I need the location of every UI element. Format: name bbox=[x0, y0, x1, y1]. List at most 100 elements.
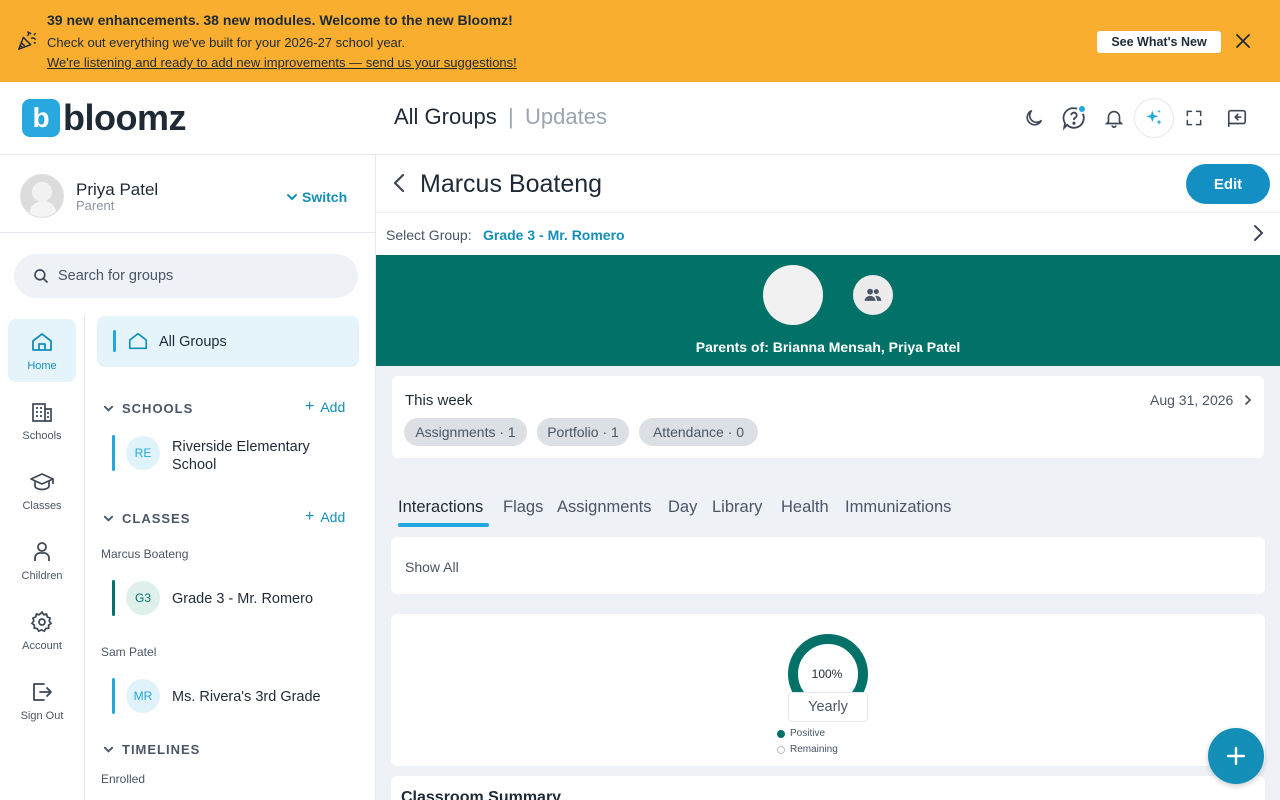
parents-button[interactable] bbox=[853, 275, 893, 315]
app-header: b bloomz All Groups | Updates bbox=[0, 82, 1280, 155]
nav-sign-out[interactable]: Sign Out bbox=[8, 669, 76, 732]
notifications-button[interactable] bbox=[1100, 104, 1128, 132]
period-selector[interactable]: Yearly bbox=[788, 692, 868, 722]
building-icon bbox=[32, 402, 52, 422]
class-item-rivera[interactable]: MR Ms. Rivera's 3rd Grade bbox=[112, 676, 362, 716]
child-label: Sam Patel bbox=[101, 645, 157, 659]
show-all-link[interactable]: Show All bbox=[405, 559, 459, 575]
switch-button[interactable]: Switch bbox=[286, 189, 347, 205]
moon-icon bbox=[1026, 109, 1043, 126]
nav-children[interactable]: Children bbox=[8, 529, 76, 592]
nav-rail: Home Schools Classes Children Account Si… bbox=[0, 315, 85, 800]
ai-assistant-button[interactable] bbox=[1134, 98, 1174, 138]
select-group-bar[interactable]: Select Group: Grade 3 - Mr. Romero bbox=[376, 212, 1280, 255]
this-week-card: This week Aug 31, 2026 Assignments · 1 P… bbox=[392, 376, 1264, 458]
select-group-value[interactable]: Grade 3 - Mr. Romero bbox=[483, 227, 625, 243]
classes-header: CLASSES bbox=[122, 511, 191, 526]
week-date[interactable]: Aug 31, 2026 bbox=[1150, 392, 1253, 408]
student-avatar[interactable] bbox=[763, 265, 823, 325]
portfolio-chip[interactable]: Portfolio · 1 bbox=[537, 418, 629, 446]
add-fab-button[interactable] bbox=[1208, 728, 1264, 784]
schools-header: SCHOOLS bbox=[122, 401, 194, 416]
select-group-label: Select Group: bbox=[386, 227, 472, 243]
sparkles-icon bbox=[1146, 109, 1162, 125]
week-date-label: Aug 31, 2026 bbox=[1150, 392, 1234, 408]
collapse-panel-button[interactable] bbox=[1223, 104, 1251, 132]
people-icon bbox=[864, 288, 882, 301]
add-school-label: Add bbox=[320, 399, 346, 415]
switch-label: Switch bbox=[302, 189, 348, 205]
nav-classes[interactable]: Classes bbox=[8, 459, 76, 522]
nav-home[interactable]: Home bbox=[8, 319, 76, 382]
bloomz-logo[interactable]: b bloomz bbox=[22, 97, 186, 138]
donut-percent: 100% bbox=[811, 667, 843, 681]
nav-account[interactable]: Account bbox=[8, 599, 76, 662]
updates-link[interactable]: Updates bbox=[525, 104, 607, 130]
fullscreen-button[interactable] bbox=[1180, 104, 1208, 132]
add-school-button[interactable]: + Add bbox=[305, 398, 346, 416]
timelines-section-toggle[interactable]: TIMELINES bbox=[103, 742, 200, 757]
classroom-summary-title: Classroom Summary bbox=[401, 789, 562, 800]
tab-interactions[interactable]: Interactions bbox=[398, 498, 483, 517]
classes-section-toggle[interactable]: CLASSES bbox=[103, 511, 190, 526]
school-name-line2: School bbox=[172, 457, 217, 473]
school-name-line1: Riverside Elementary bbox=[172, 439, 310, 455]
schools-section-toggle[interactable]: SCHOOLS bbox=[103, 401, 193, 416]
main-content: Marcus Boateng Edit Select Group: Grade … bbox=[376, 155, 1280, 800]
notification-dot bbox=[1077, 104, 1087, 114]
student-titlebar: Marcus Boateng Edit bbox=[376, 155, 1280, 212]
parents-of-text: Parents of: Brianna Mensah, Priya Patel bbox=[695, 339, 961, 355]
bell-icon bbox=[1104, 110, 1124, 128]
student-hero: Parents of: Brianna Mensah, Priya Patel bbox=[376, 255, 1280, 366]
school-avatar: RE bbox=[126, 436, 160, 470]
class-item-grade3[interactable]: G3 Grade 3 - Mr. Romero bbox=[112, 578, 362, 618]
edit-button[interactable]: Edit bbox=[1186, 164, 1270, 204]
add-class-label: Add bbox=[320, 509, 346, 525]
tab-library[interactable]: Library bbox=[712, 498, 762, 517]
gear-icon bbox=[30, 610, 53, 632]
plus-icon: + bbox=[305, 398, 315, 415]
attendance-chip[interactable]: Attendance · 0 bbox=[639, 418, 758, 446]
tab-flags[interactable]: Flags bbox=[503, 498, 543, 517]
legend-swatch-positive bbox=[777, 729, 785, 738]
person-icon bbox=[34, 541, 50, 561]
profile-name: Priya Patel bbox=[76, 180, 159, 199]
see-whats-new-button[interactable]: See What's New bbox=[1097, 31, 1221, 53]
school-item-riverside[interactable]: RE Riverside Elementary School bbox=[112, 433, 362, 473]
this-week-title: This week bbox=[405, 392, 473, 409]
nav-schools[interactable]: Schools bbox=[8, 389, 76, 452]
profile-section: Priya Patel Parent Switch bbox=[0, 155, 376, 233]
group-search[interactable] bbox=[14, 254, 358, 298]
tab-health[interactable]: Health bbox=[781, 498, 829, 517]
add-class-button[interactable]: + Add bbox=[305, 509, 346, 526]
chevron-down-icon bbox=[103, 515, 114, 522]
legend-positive-label: Positive bbox=[790, 728, 826, 739]
timelines-sublabel: Enrolled bbox=[101, 772, 146, 786]
dark-mode-toggle[interactable] bbox=[1020, 104, 1048, 132]
close-icon[interactable] bbox=[1233, 31, 1253, 51]
child-label: Marcus Boateng bbox=[101, 547, 189, 561]
help-button[interactable] bbox=[1060, 104, 1088, 132]
nav-sign-out-label: Sign Out bbox=[20, 709, 64, 722]
avatar[interactable] bbox=[20, 174, 64, 218]
chevron-down-icon bbox=[103, 746, 114, 753]
classroom-summary-card: Classroom Summary bbox=[391, 776, 1265, 800]
group-color-bar bbox=[112, 580, 115, 616]
search-input[interactable] bbox=[58, 268, 338, 284]
party-popper-icon bbox=[18, 31, 36, 50]
nav-home-label: Home bbox=[27, 359, 57, 372]
assignments-chip[interactable]: Assignments · 1 bbox=[404, 418, 527, 446]
graduation-cap-icon bbox=[30, 472, 54, 490]
tab-assignments[interactable]: Assignments bbox=[557, 498, 651, 517]
back-arrow-icon[interactable] bbox=[388, 171, 412, 195]
tab-day[interactable]: Day bbox=[668, 498, 697, 517]
chevron-right-icon[interactable] bbox=[1248, 223, 1268, 243]
banner-subtitle: Check out everything we've built for you… bbox=[47, 35, 406, 50]
nav-classes-label: Classes bbox=[22, 499, 62, 512]
suggestions-link[interactable]: We're listening and ready to add new imp… bbox=[47, 55, 517, 70]
all-groups-item[interactable]: All Groups bbox=[97, 316, 359, 367]
interactions-chart-card: 100% Yearly Positive Remaining bbox=[391, 614, 1265, 766]
expand-icon bbox=[1186, 110, 1202, 126]
plus-icon bbox=[1226, 746, 1246, 766]
tab-immunizations[interactable]: Immunizations bbox=[845, 498, 951, 517]
